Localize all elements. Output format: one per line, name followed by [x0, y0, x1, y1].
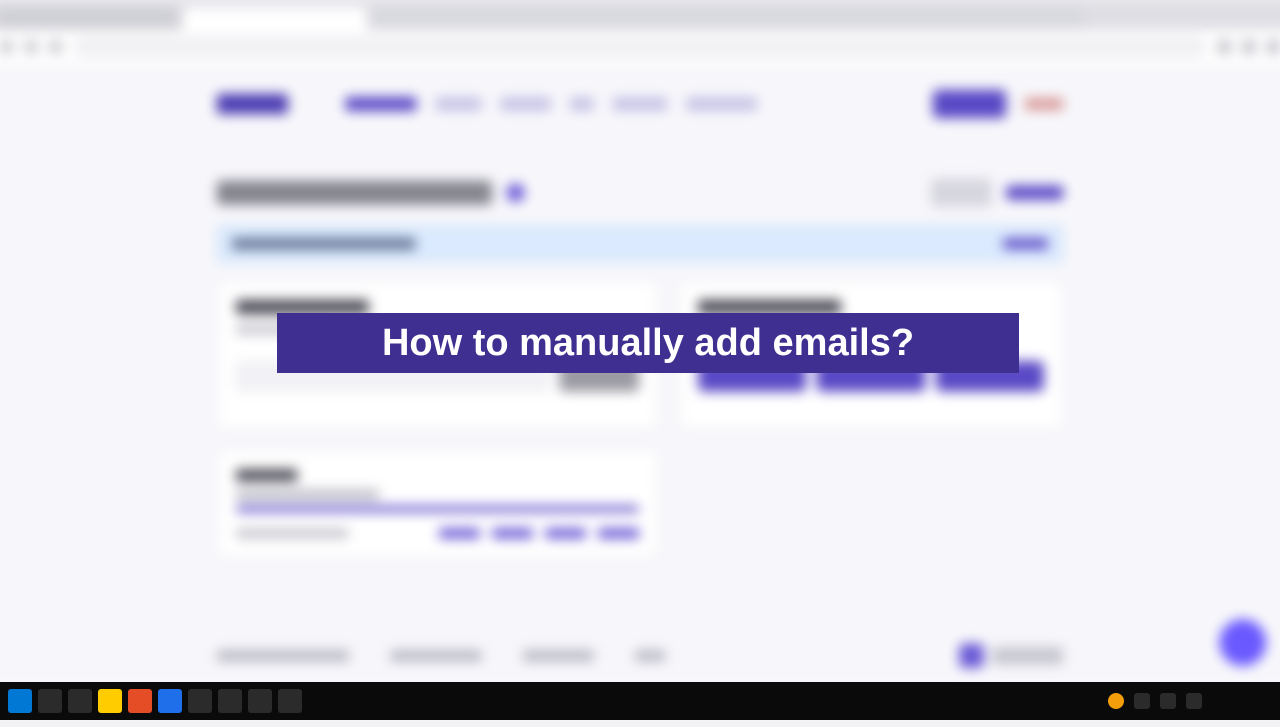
app-header [217, 76, 1064, 131]
format-link[interactable] [439, 528, 480, 538]
taskbar-icon[interactable] [98, 689, 122, 713]
credits-block [931, 178, 992, 207]
format-link[interactable] [492, 528, 533, 538]
taskbar-icon[interactable] [158, 689, 182, 713]
tray-icon[interactable] [1160, 693, 1176, 709]
start-button[interactable] [8, 689, 32, 713]
banner-text [232, 238, 416, 250]
forward-button[interactable] [24, 40, 38, 54]
usage-progress-bar [236, 506, 639, 512]
page-content [0, 64, 1280, 688]
extension-icon[interactable] [1217, 40, 1231, 54]
taskbar-icon[interactable] [248, 689, 272, 713]
footer-link[interactable] [217, 650, 350, 662]
address-bar[interactable] [73, 36, 1207, 58]
app-logo[interactable] [217, 94, 288, 114]
primary-cta-button[interactable] [933, 90, 1006, 119]
footer-link[interactable] [390, 650, 482, 662]
browser-toolbar [0, 30, 1280, 66]
taskbar-icon[interactable] [188, 689, 212, 713]
nav-item[interactable] [570, 97, 594, 111]
nav-item[interactable] [345, 97, 416, 111]
banner-dismiss-link[interactable] [1003, 239, 1048, 249]
upgrade-link[interactable] [1006, 186, 1063, 200]
browser-tab-active[interactable] [183, 7, 367, 29]
g2-icon [959, 644, 983, 668]
nav-item[interactable] [612, 97, 667, 111]
info-icon[interactable] [506, 184, 524, 202]
browser-tab[interactable] [0, 7, 179, 29]
format-link[interactable] [545, 528, 586, 538]
windows-taskbar [0, 682, 1280, 720]
video-title-overlay: How to manually add emails? [277, 313, 1019, 373]
format-link[interactable] [598, 528, 639, 538]
card-subtitle [236, 490, 379, 500]
extension-icon[interactable] [1242, 40, 1256, 54]
footer-link[interactable] [635, 650, 666, 662]
chat-launcher-button[interactable] [1219, 619, 1266, 666]
login-link[interactable] [1025, 98, 1064, 110]
browser-tab[interactable] [371, 7, 1085, 29]
taskbar-clock[interactable] [1212, 690, 1272, 712]
info-banner [217, 225, 1064, 262]
browser-tab-strip [0, 3, 1280, 30]
page-title [217, 180, 492, 204]
usage-card [217, 450, 659, 558]
page-title-row [217, 178, 1064, 207]
tray-icon[interactable] [1108, 693, 1124, 709]
card-title [236, 300, 369, 314]
card-title [698, 300, 841, 314]
reload-button[interactable] [48, 40, 62, 54]
taskbar-icon[interactable] [68, 689, 92, 713]
formats-label [236, 528, 348, 538]
nav-item[interactable] [435, 97, 482, 111]
taskbar-icon[interactable] [38, 689, 62, 713]
nav-item[interactable] [686, 97, 757, 111]
footer-link[interactable] [523, 650, 594, 662]
footer [217, 644, 1064, 668]
browser-menu-icon[interactable] [1266, 40, 1280, 54]
tray-icon[interactable] [1186, 693, 1202, 709]
back-button[interactable] [0, 40, 14, 54]
nav-item[interactable] [500, 97, 551, 111]
taskbar-icon[interactable] [218, 689, 242, 713]
g2-text [992, 647, 1063, 665]
taskbar-icon[interactable] [278, 689, 302, 713]
review-badge[interactable] [959, 644, 1063, 668]
taskbar-icon[interactable] [128, 689, 152, 713]
tray-icon[interactable] [1134, 693, 1150, 709]
card-title [236, 469, 297, 481]
